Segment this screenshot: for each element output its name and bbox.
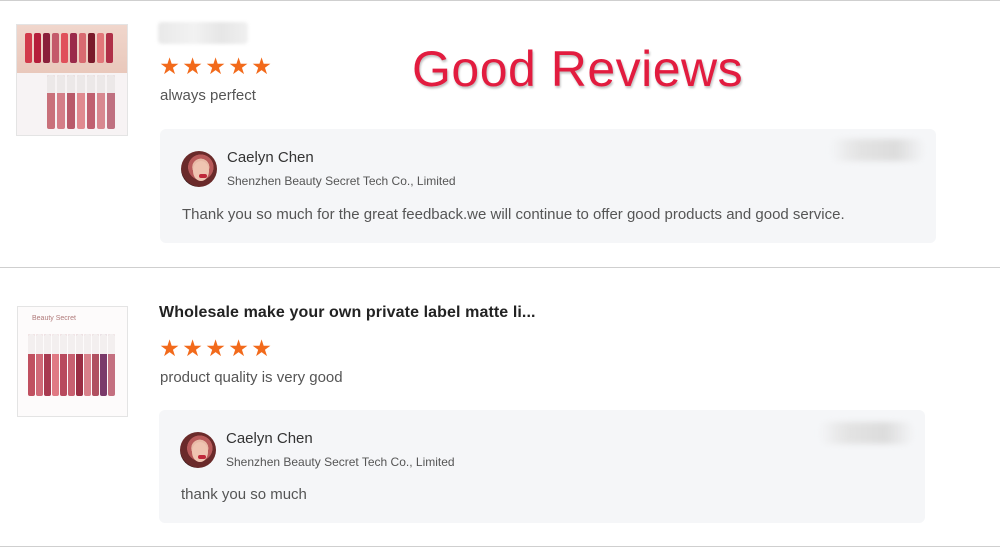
reply-text: Thank you so much for the great feedback… bbox=[182, 206, 845, 223]
good-reviews-banner: Good Reviews bbox=[412, 41, 744, 97]
review-item: Beauty Secret Wholesale make your own pr… bbox=[0, 268, 1000, 546]
star-icon: ★ bbox=[205, 53, 226, 79]
blurred-reviewer-name bbox=[158, 22, 248, 44]
star-icon: ★ bbox=[159, 53, 180, 79]
reply-text: thank you so much bbox=[181, 486, 307, 503]
rating-stars: ★ ★ ★ ★ ★ bbox=[159, 53, 272, 79]
star-icon: ★ bbox=[251, 53, 272, 79]
star-icon: ★ bbox=[182, 335, 203, 361]
star-icon: ★ bbox=[228, 335, 249, 361]
bottom-divider bbox=[0, 546, 1000, 547]
star-icon: ★ bbox=[182, 53, 203, 79]
review-comment: always perfect bbox=[160, 87, 256, 104]
seller-name: Caelyn Chen bbox=[227, 149, 314, 166]
avatar bbox=[180, 432, 216, 468]
blurred-date bbox=[819, 422, 914, 444]
star-icon: ★ bbox=[159, 335, 180, 361]
rating-stars: ★ ★ ★ ★ ★ bbox=[159, 335, 272, 361]
star-icon: ★ bbox=[251, 335, 272, 361]
seller-company: Shenzhen Beauty Secret Tech Co., Limited bbox=[226, 455, 455, 469]
seller-reply: Caelyn Chen Shenzhen Beauty Secret Tech … bbox=[159, 410, 925, 523]
product-thumbnail[interactable]: Beauty Secret bbox=[17, 306, 128, 417]
product-thumbnail[interactable] bbox=[16, 24, 128, 136]
seller-company: Shenzhen Beauty Secret Tech Co., Limited bbox=[227, 174, 456, 188]
blurred-date bbox=[830, 139, 925, 161]
product-title[interactable]: Wholesale make your own private label ma… bbox=[159, 304, 536, 322]
seller-name: Caelyn Chen bbox=[226, 430, 313, 447]
seller-reply: Caelyn Chen Shenzhen Beauty Secret Tech … bbox=[160, 129, 936, 243]
avatar bbox=[181, 151, 217, 187]
review-comment: product quality is very good bbox=[160, 369, 343, 386]
star-icon: ★ bbox=[205, 335, 226, 361]
brand-logo: Beauty Secret bbox=[32, 315, 76, 322]
star-icon: ★ bbox=[228, 53, 249, 79]
